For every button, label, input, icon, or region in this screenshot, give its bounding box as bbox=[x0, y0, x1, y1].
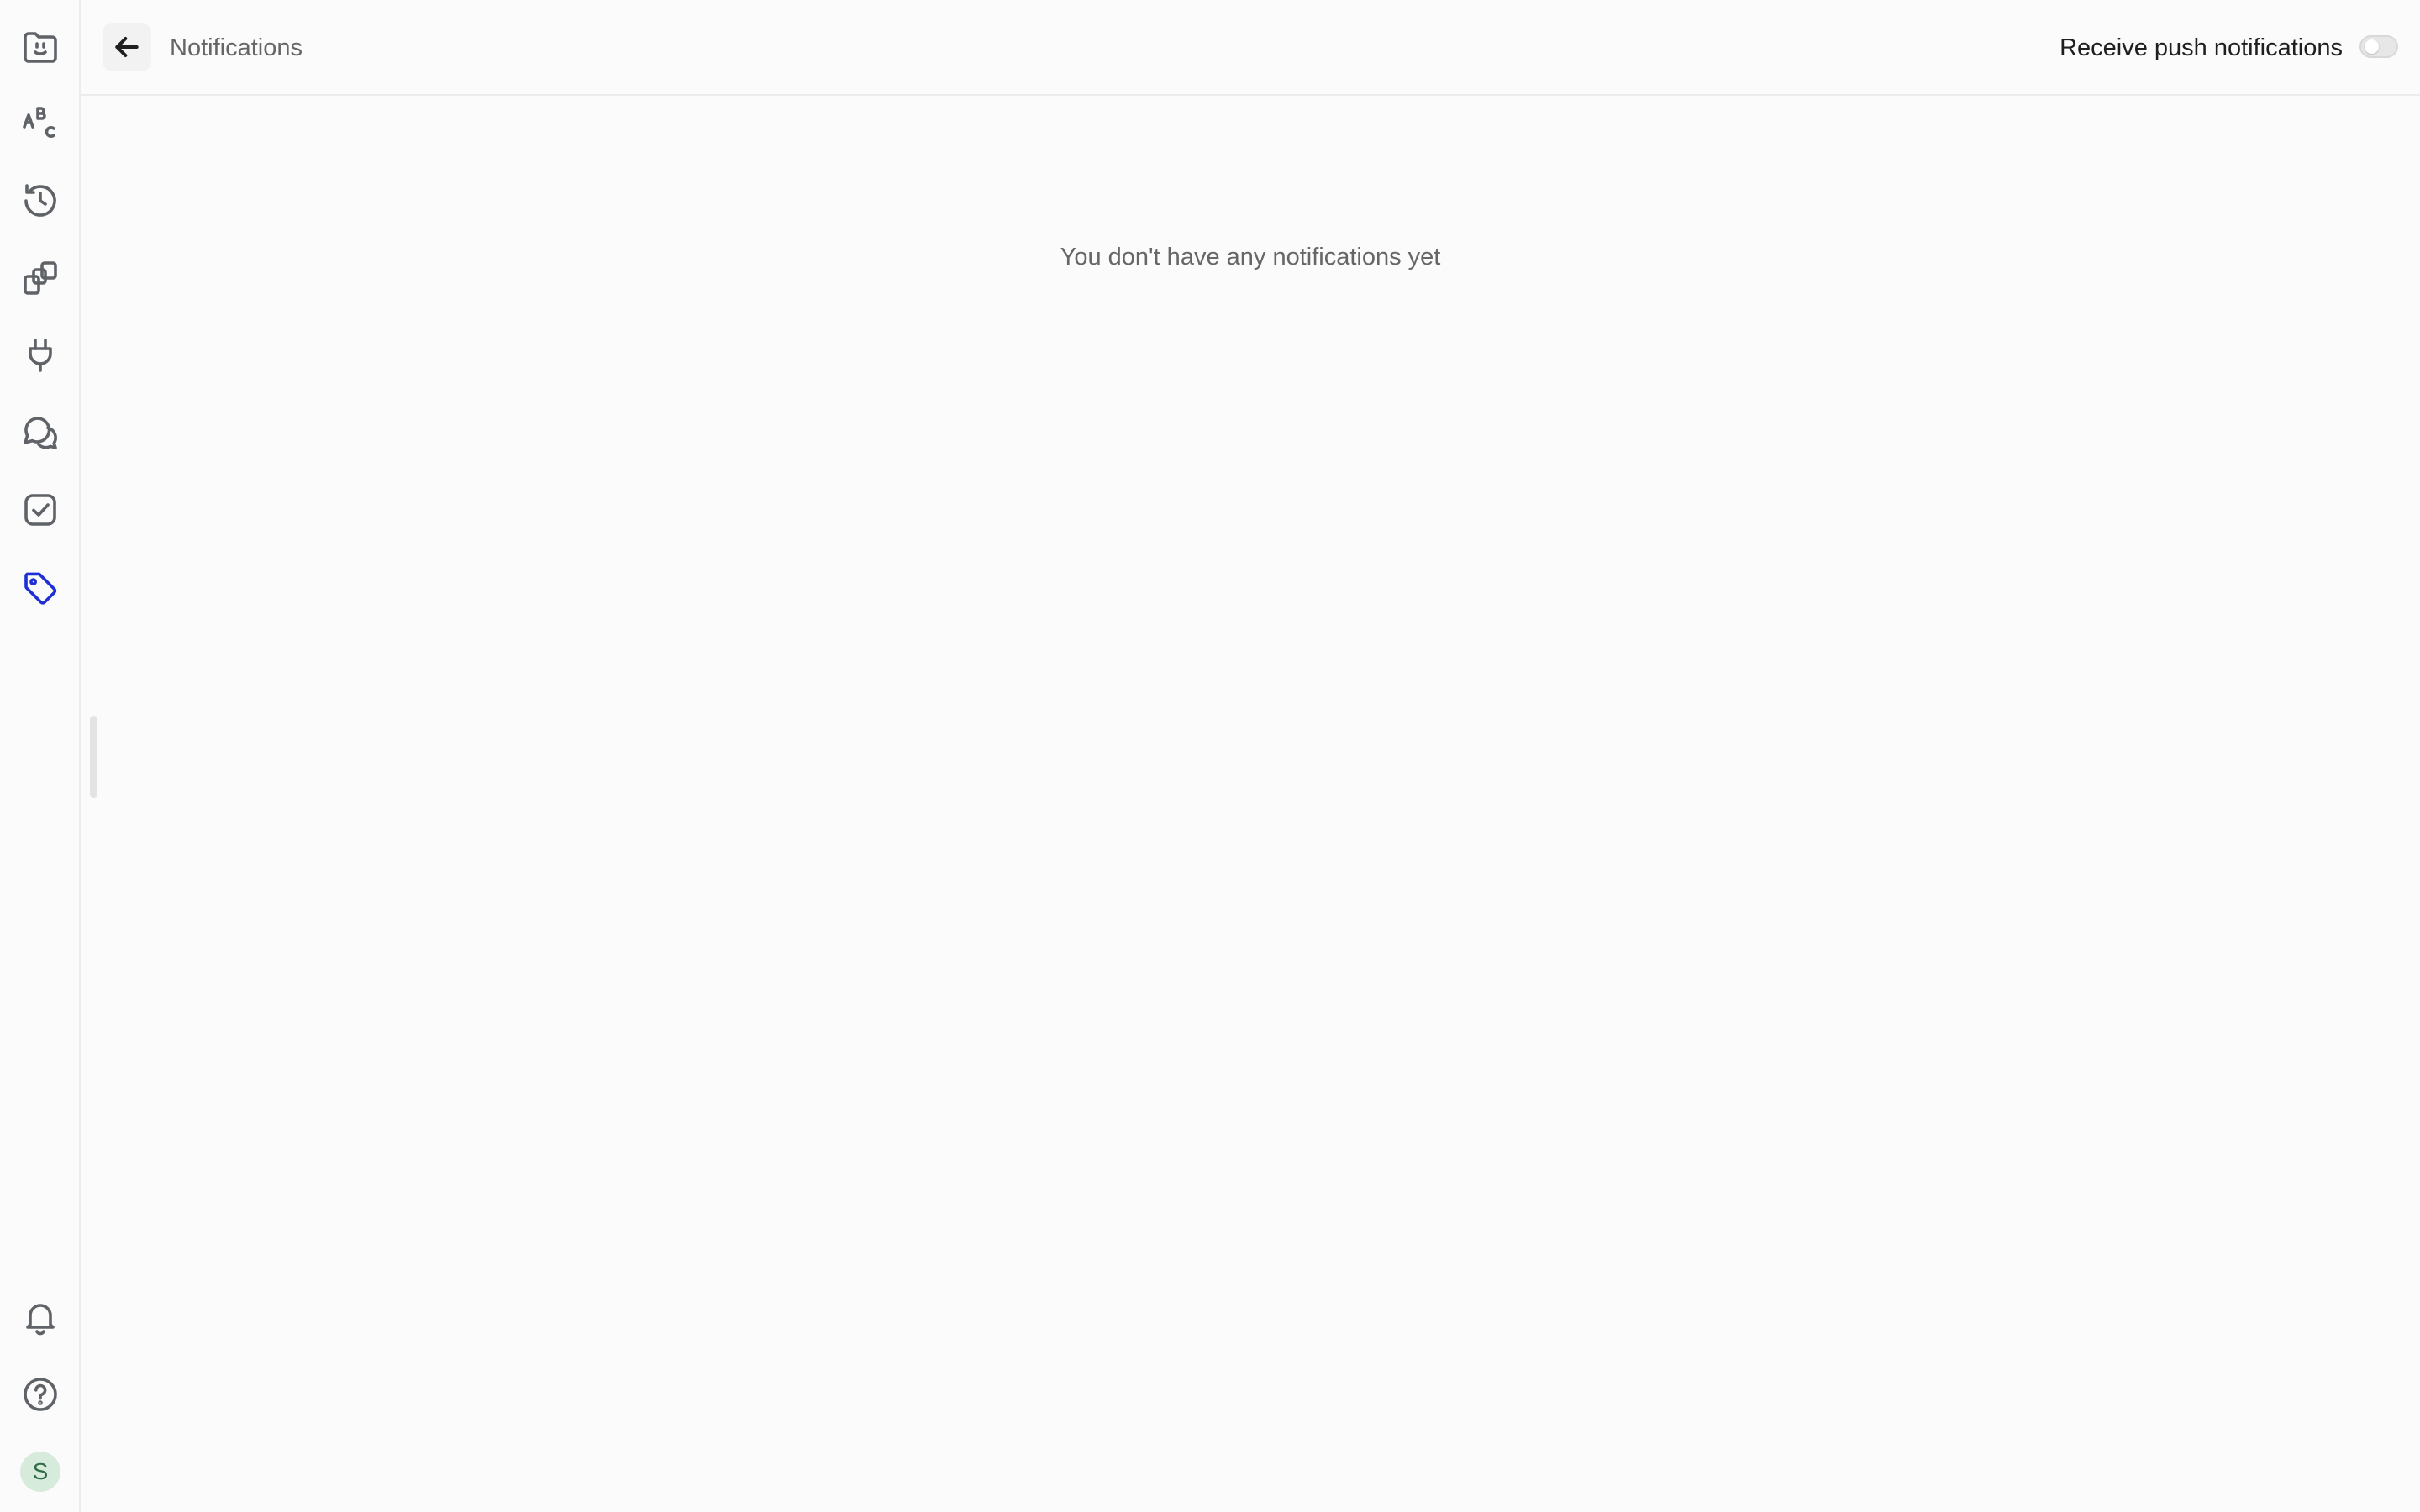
chat-icon bbox=[24, 417, 57, 449]
sidebar-item-chat[interactable] bbox=[15, 407, 66, 458]
sidebar-item-copies[interactable] bbox=[15, 253, 66, 303]
app-window: S Notifications Receive push notificatio… bbox=[0, 0, 2420, 1512]
avatar-initial: S bbox=[32, 1458, 49, 1484]
history-icon bbox=[24, 184, 56, 217]
face-folder-icon bbox=[24, 32, 57, 63]
tag-icon bbox=[24, 572, 57, 605]
bell-icon bbox=[26, 1304, 55, 1336]
push-notifications-toggle[interactable] bbox=[2360, 35, 2398, 58]
sidebar-resize-handle[interactable] bbox=[90, 716, 97, 798]
check-square-icon bbox=[24, 494, 56, 526]
sidebar: S bbox=[0, 0, 81, 1512]
toggle-knob bbox=[2365, 39, 2379, 54]
back-button[interactable] bbox=[103, 23, 151, 71]
help-button[interactable] bbox=[15, 1369, 66, 1420]
sidebar-item-dictionary[interactable] bbox=[15, 98, 66, 149]
copy-icon bbox=[24, 261, 57, 295]
page-header: Notifications Receive push notifications bbox=[81, 0, 2420, 96]
plug-icon bbox=[29, 339, 52, 372]
sidebar-item-history[interactable] bbox=[15, 176, 66, 226]
arrow-left-icon bbox=[115, 37, 139, 57]
help-icon bbox=[24, 1378, 57, 1411]
push-notifications-label: Receive push notifications bbox=[2060, 34, 2343, 61]
sidebar-item-home[interactable] bbox=[15, 21, 66, 71]
sidebar-item-tags[interactable] bbox=[15, 564, 66, 614]
sidebar-item-integrations[interactable] bbox=[15, 330, 66, 381]
page-title: Notifications bbox=[170, 34, 302, 61]
user-avatar[interactable]: S bbox=[20, 1452, 60, 1492]
notifications-bell-button[interactable] bbox=[15, 1292, 66, 1342]
empty-state-message: You don't have any notifications yet bbox=[1060, 244, 1441, 270]
sidebar-item-tasks[interactable] bbox=[15, 485, 66, 535]
abc-icon bbox=[23, 107, 55, 138]
